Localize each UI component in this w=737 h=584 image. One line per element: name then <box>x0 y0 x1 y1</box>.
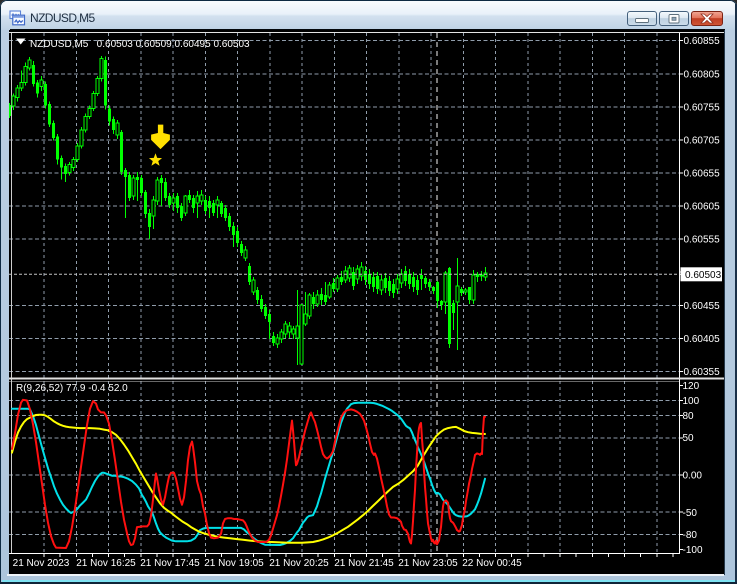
svg-text:0.60455: 0.60455 <box>684 301 721 312</box>
svg-text:50: 50 <box>683 433 695 444</box>
svg-text:-80: -80 <box>683 530 698 541</box>
svg-text:100: 100 <box>683 396 700 407</box>
svg-text:0.60755: 0.60755 <box>684 102 721 113</box>
svg-text:0.60405: 0.60405 <box>684 334 721 345</box>
svg-text:21 Nov 2023: 21 Nov 2023 <box>13 558 70 569</box>
svg-text:-100: -100 <box>683 545 703 556</box>
svg-text:0.60605: 0.60605 <box>684 202 721 213</box>
svg-text:R(9,26,52) 77.9 -0.4 52.0: R(9,26,52) 77.9 -0.4 52.0 <box>16 383 128 394</box>
svg-text:120: 120 <box>683 381 700 392</box>
svg-text:21 Nov 19:05: 21 Nov 19:05 <box>204 558 264 569</box>
svg-text:21 Nov 16:25: 21 Nov 16:25 <box>76 558 136 569</box>
svg-text:0.60503: 0.60503 <box>685 270 722 281</box>
svg-text:80: 80 <box>683 411 695 422</box>
svg-text:21 Nov 23:05: 21 Nov 23:05 <box>398 558 458 569</box>
svg-text:NZDUSD,M5 0.60503 0.60509 0.: NZDUSD,M5 0.60503 0.60509 0.60495 0.6050… <box>30 39 250 50</box>
svg-text:0.60705: 0.60705 <box>684 135 721 146</box>
svg-text:-50: -50 <box>683 508 698 519</box>
svg-text:21 Nov 20:25: 21 Nov 20:25 <box>269 558 329 569</box>
svg-text:0.60555: 0.60555 <box>684 235 721 246</box>
svg-text:0.60655: 0.60655 <box>684 169 721 180</box>
svg-text:0.60855: 0.60855 <box>684 36 721 47</box>
svg-text:21 Nov 21:45: 21 Nov 21:45 <box>334 558 394 569</box>
svg-text:0.60355: 0.60355 <box>684 367 721 378</box>
svg-text:22 Nov 00:45: 22 Nov 00:45 <box>462 558 522 569</box>
svg-text:21 Nov 17:45: 21 Nov 17:45 <box>140 558 200 569</box>
svg-text:0.00: 0.00 <box>683 471 703 482</box>
svg-text:0.60805: 0.60805 <box>684 69 721 80</box>
